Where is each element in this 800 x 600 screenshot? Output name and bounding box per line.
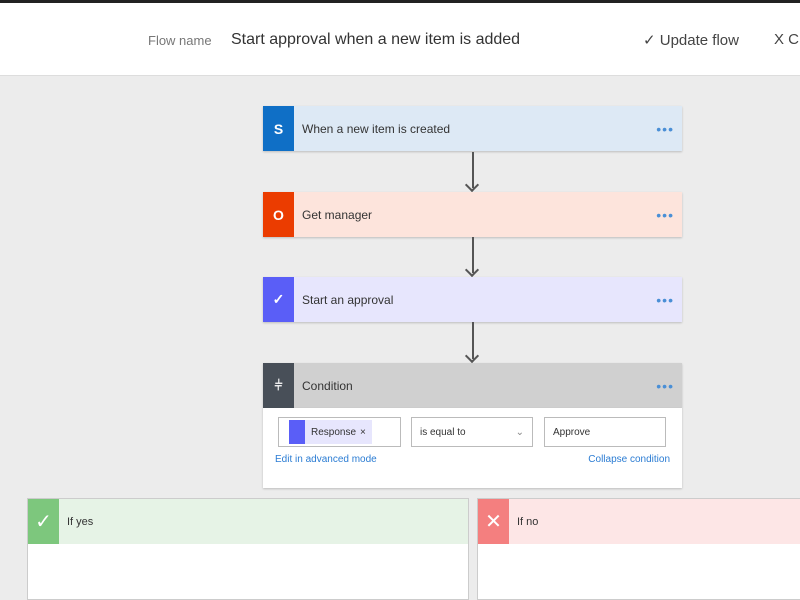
token-label: Response (311, 426, 357, 438)
edit-advanced-link[interactable]: Edit in advanced mode (275, 454, 377, 465)
approval-icon: ✓ (263, 277, 294, 322)
approval-icon (289, 420, 305, 444)
more-icon[interactable]: ••• (656, 207, 674, 223)
if-no-label: If no (517, 515, 539, 528)
collapse-condition-link[interactable]: Collapse condition (588, 454, 670, 465)
response-token: Response × (289, 420, 372, 444)
step-start-approval[interactable]: ✓ Start an approval ••• (263, 277, 682, 322)
step-get-manager[interactable]: O Get manager ••• (263, 192, 682, 237)
arrow-icon (472, 237, 474, 273)
if-yes-label: If yes (67, 515, 94, 528)
if-no-header[interactable]: ✕ If no (478, 499, 800, 544)
operator-value: is equal to (420, 426, 466, 438)
arrow-icon (472, 322, 474, 359)
remove-token-icon[interactable]: × (360, 427, 366, 438)
arrow-icon (472, 152, 474, 188)
step-title: Get manager (302, 207, 373, 222)
step-title: Condition (302, 378, 353, 393)
step-trigger[interactable]: S When a new item is created ••• (263, 106, 682, 151)
office-icon: O (263, 192, 294, 237)
more-icon[interactable]: ••• (656, 292, 674, 308)
step-condition[interactable]: ⫩ Condition ••• (263, 363, 682, 408)
chevron-down-icon: ⌄ (515, 426, 524, 438)
update-flow-button[interactable]: ✓ Update flow (643, 31, 739, 49)
if-yes-header[interactable]: ✓ If yes (28, 499, 468, 544)
close-button[interactable]: X C (774, 31, 799, 48)
more-icon[interactable]: ••• (656, 121, 674, 137)
step-title: Start an approval (302, 292, 394, 307)
condition-body: Response × is equal to ⌄ Approve Edit in… (263, 408, 682, 488)
operator-select[interactable]: is equal to ⌄ (411, 417, 533, 447)
condition-left-operand[interactable]: Response × (278, 417, 401, 447)
if-no-branch: ✕ If no (477, 498, 800, 600)
top-bar: Flow name Start approval when a new item… (0, 0, 800, 76)
more-icon[interactable]: ••• (656, 378, 674, 394)
sharepoint-icon: S (263, 106, 294, 151)
flow-name-input[interactable]: Start approval when a new item is added (231, 31, 520, 49)
condition-value-input[interactable]: Approve (544, 417, 666, 447)
flow-name-label: Flow name (148, 33, 212, 48)
check-icon: ✓ (28, 499, 59, 544)
if-yes-branch: ✓ If yes (27, 498, 469, 600)
condition-icon: ⫩ (263, 363, 294, 408)
x-icon: ✕ (478, 499, 509, 544)
step-title: When a new item is created (302, 121, 451, 136)
